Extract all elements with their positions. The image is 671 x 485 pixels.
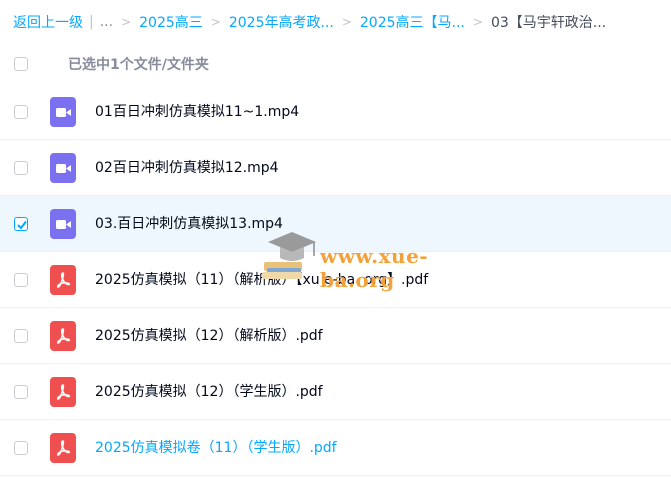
back-link[interactable]: 返回上一级 [13,12,83,32]
watermark: www.xue-ba.org [258,228,498,292]
breadcrumb-item-gaokao-politics[interactable]: 2025年高考政... [229,12,334,32]
watermark-text: www.xue-ba.org [320,244,429,292]
row-checkbox[interactable] [14,273,28,287]
file-row[interactable]: 02百日冲刺仿真模拟12.mp4 [0,140,671,196]
selection-count-text: 已选中1个文件/文件夹 [68,57,209,73]
file-name[interactable]: 2025仿真模拟（12）（解析版）.pdf [95,308,323,364]
row-checkbox[interactable] [14,161,28,175]
breadcrumb-ellipsis[interactable]: ... [100,14,113,30]
pdf-file-icon [50,265,76,295]
chevron-right-icon: > [121,15,132,29]
file-row[interactable]: 2025仿真模拟（12）（解析版）.pdf [0,308,671,364]
chevron-right-icon: > [472,15,483,29]
breadcrumb-item-gaosan-ma[interactable]: 2025高三【马... [360,12,465,32]
breadcrumb-item-2025-gaosan[interactable]: 2025高三 [139,12,203,32]
breadcrumb-current: 03【马宇轩政治... [490,15,607,31]
file-row[interactable]: 2025仿真模拟卷（11）（学生版）.pdf [0,420,671,476]
file-row[interactable]: 2025仿真模拟（12）（学生版）.pdf [0,364,671,420]
video-file-icon [50,97,76,127]
file-row[interactable]: 01百日冲刺仿真模拟11~1.mp4 [0,84,671,140]
row-checkbox[interactable] [14,441,28,455]
row-checkbox[interactable] [14,105,28,119]
video-file-icon [50,153,76,183]
row-checkbox[interactable] [14,217,28,231]
checkmark-icon [17,220,27,230]
graduation-cap-icon [262,232,316,279]
file-name[interactable]: 01百日冲刺仿真模拟11~1.mp4 [95,84,299,140]
row-checkbox[interactable] [14,385,28,399]
chevron-right-icon: > [210,15,221,29]
selection-header: 已选中1个文件/文件夹 [0,44,671,84]
file-name[interactable]: 03.百日冲刺仿真模拟13.mp4 [95,196,283,252]
file-name[interactable]: 02百日冲刺仿真模拟12.mp4 [95,140,279,196]
select-all-checkbox[interactable] [14,57,28,71]
pdf-file-icon [50,321,76,351]
video-file-icon [50,209,76,239]
pdf-file-icon [50,433,76,463]
breadcrumb-divider: | [89,14,94,30]
pdf-file-icon [50,377,76,407]
chevron-right-icon: > [341,15,352,29]
file-name[interactable]: 2025仿真模拟卷（11）（学生版）.pdf [95,420,337,476]
file-name[interactable]: 2025仿真模拟（12）（学生版）.pdf [95,364,323,420]
row-checkbox[interactable] [14,329,28,343]
breadcrumb: 返回上一级 | ... > 2025高三 > 2025年高考政... > 202… [0,0,671,44]
